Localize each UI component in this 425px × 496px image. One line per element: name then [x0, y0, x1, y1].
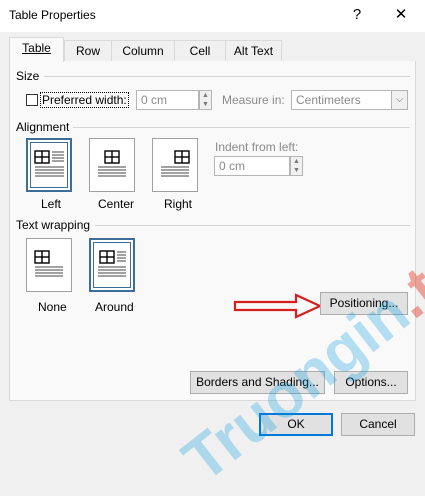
- indent-label: Indent from left:: [215, 140, 299, 154]
- align-left-label: Left: [41, 197, 62, 211]
- preferred-width-label[interactable]: Preferred width:: [40, 92, 129, 108]
- wrap-none-option[interactable]: [26, 238, 72, 292]
- options-button[interactable]: Options...: [334, 371, 408, 394]
- help-button[interactable]: ?: [344, 4, 370, 26]
- width-spinner[interactable]: ▲ ▼: [199, 90, 212, 110]
- align-left-icon: [34, 150, 64, 177]
- alignment-heading: Alignment: [16, 120, 70, 134]
- tab-row-label: Row: [75, 44, 100, 58]
- wrap-around-option[interactable]: [89, 238, 135, 292]
- align-center-option[interactable]: [89, 138, 135, 192]
- close-button[interactable]: ✕: [388, 4, 414, 26]
- positioning-button[interactable]: Positioning...: [320, 292, 408, 315]
- indent-input[interactable]: 0 cm: [214, 156, 290, 176]
- text-wrapping-heading: Text wrapping: [16, 218, 91, 232]
- align-center-label: Center: [98, 197, 135, 211]
- tab-alt-text[interactable]: Alt Text: [225, 40, 282, 61]
- align-right-option[interactable]: [152, 138, 198, 192]
- borders-and-shading-button[interactable]: Borders and Shading...: [190, 371, 325, 394]
- wrap-none-icon: [34, 250, 63, 277]
- wrap-around-label: Around: [95, 300, 134, 314]
- align-right-label: Right: [164, 197, 193, 211]
- wrap-none-label: None: [38, 300, 67, 314]
- size-separator: [44, 76, 410, 77]
- cancel-button[interactable]: Cancel: [341, 413, 415, 436]
- tab-alt-text-label: Alt Text: [233, 44, 274, 58]
- tab-column-label: Column: [122, 44, 164, 58]
- preferred-width-checkbox[interactable]: [26, 94, 38, 106]
- measure-in-label: Measure in:: [222, 93, 285, 107]
- tab-cell-label: Cell: [189, 44, 211, 58]
- align-right-icon: [161, 150, 190, 177]
- text-wrapping-separator: [95, 225, 410, 226]
- wrap-around-icon: [98, 250, 126, 277]
- ok-button[interactable]: OK: [259, 413, 333, 436]
- align-left-option[interactable]: [26, 138, 72, 192]
- align-center-icon: [98, 150, 126, 177]
- chevron-down-icon[interactable]: ⌵: [391, 90, 408, 110]
- red-arrow-icon: [233, 293, 323, 319]
- tab-table[interactable]: Table: [9, 37, 64, 62]
- tab-row[interactable]: Row: [64, 40, 112, 61]
- window-title: Table Properties: [9, 8, 96, 22]
- indent-spinner[interactable]: ▲ ▼: [290, 156, 303, 176]
- tab-column[interactable]: Column: [111, 40, 175, 61]
- tab-cell[interactable]: Cell: [174, 40, 226, 61]
- tab-table-label: Table: [22, 41, 51, 55]
- size-heading: Size: [16, 69, 40, 83]
- width-input[interactable]: 0 cm: [136, 90, 199, 110]
- alignment-separator: [73, 127, 410, 128]
- measure-in-select[interactable]: Centimeters: [291, 90, 392, 110]
